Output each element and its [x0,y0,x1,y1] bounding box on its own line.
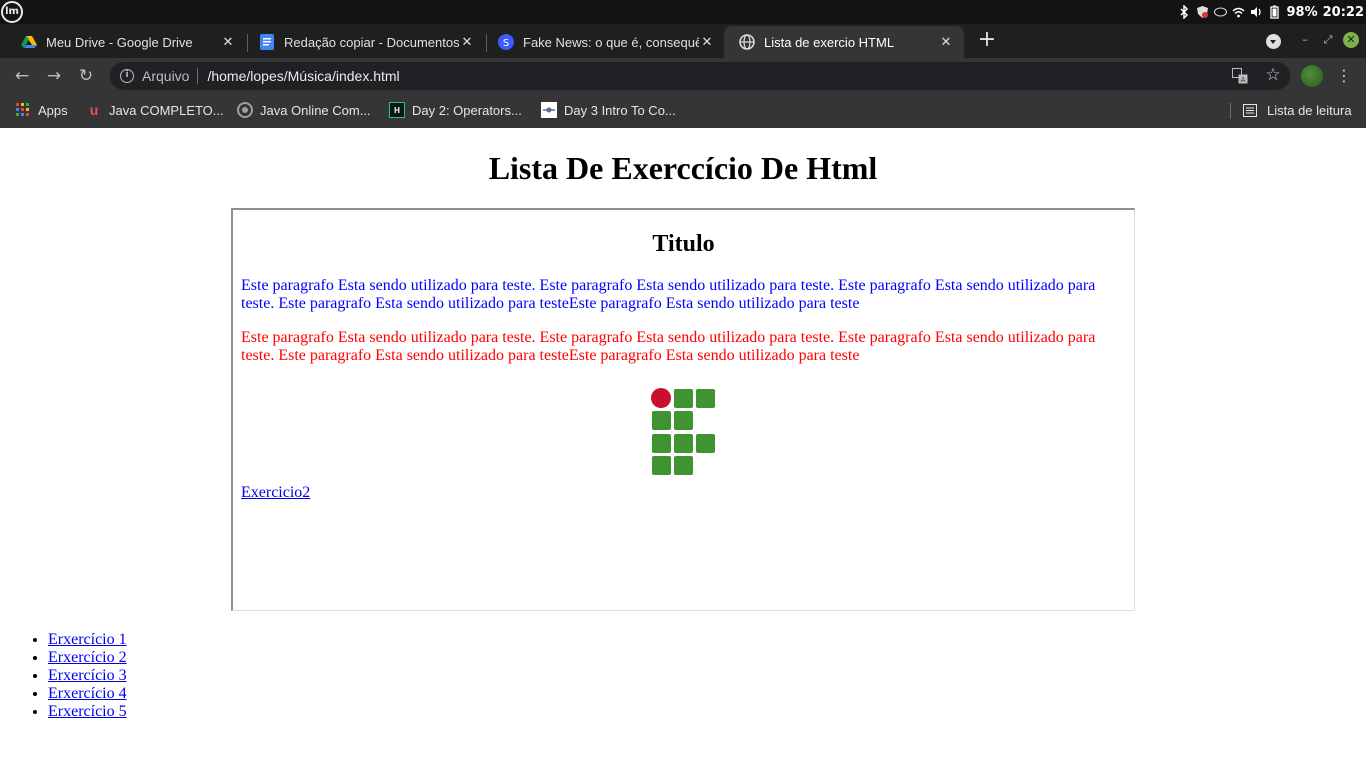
system-tray: 98% 20:22 [1178,0,1364,24]
translate-icon[interactable]: A [1232,68,1248,84]
bookmark-apps[interactable]: Apps [15,100,68,120]
bookmark-label: Apps [38,102,68,118]
url-divider [197,68,199,84]
address-bar[interactable]: i Arquivo /home/lopes/Música/index.html [110,62,1290,90]
list-item: Erxercício 2 [48,649,127,667]
reading-list-label: Lista de leitura [1267,102,1352,118]
tab-title: Meu Drive - Google Drive [46,34,193,50]
tab-strip: Meu Drive - Google Drive ✕ Redação copia… [0,24,1366,58]
site-icon: S [498,34,514,50]
close-icon[interactable]: ✕ [699,34,715,50]
bookmark-label: Java Online Com... [260,102,371,118]
list-item: Erxercício 1 [48,631,127,649]
globe-icon [739,34,755,50]
exercicio2-link[interactable]: Exercicio2 [241,484,310,502]
page-content: Lista De Exerccício De Html Titulo Este … [0,128,1366,768]
udemy-icon: u [89,102,99,118]
tab-google-drive[interactable]: Meu Drive - Google Drive ✕ [6,26,246,58]
bookmark-java-completo[interactable]: u Java COMPLETO... [86,100,224,120]
svg-text:A: A [1241,76,1246,84]
bookmarks-divider [1230,103,1231,119]
menu-kebab-icon[interactable]: ⋮ [1336,65,1352,87]
exercise-list: Erxercício 1 Erxercício 2 Erxercício 3 E… [48,631,127,721]
minimize-button[interactable]: – [1297,32,1313,48]
paragraph-blue: Este paragrafo Esta sendo utilizado para… [241,277,1096,312]
volume-icon[interactable] [1250,5,1263,19]
tab-redacao-docs[interactable]: Redação copiar - Documentos ✕ [244,26,485,58]
reload-button[interactable]: ↻ [75,65,97,87]
page-title: Lista De Exerccício De Html [488,150,878,186]
wifi-icon[interactable] [1232,5,1245,19]
close-icon[interactable]: ✕ [220,34,236,50]
tab-title: Fake News: o que é, consequências [523,34,699,50]
battery-icon[interactable] [1268,5,1281,19]
browser-toolbar: ← → ↻ i Arquivo /home/lopes/Música/index… [0,58,1366,94]
list-item: Erxercício 4 [48,685,127,703]
content-box: Titulo Este paragrafo Esta sendo utiliza… [231,208,1135,611]
tab-search-icon[interactable] [1266,34,1281,49]
close-icon[interactable]: ✕ [938,34,954,50]
list-item: Erxercício 3 [48,667,127,685]
bookmark-day2-operators[interactable]: H Day 2: Operators... [389,100,522,120]
bookmark-label: Java COMPLETO... [109,102,224,118]
svg-text:S: S [503,38,509,49]
close-icon[interactable]: ✕ [459,34,475,50]
site-info-label[interactable]: Arquivo [142,68,189,84]
maximize-button[interactable]: ⤢ [1320,32,1336,48]
google-drive-icon [21,34,37,50]
close-window-button[interactable]: ✕ [1343,32,1359,48]
google-docs-icon [259,34,275,50]
forward-button[interactable]: → [43,65,65,87]
site-icon [237,102,253,118]
exercise-link[interactable]: Erxercício 1 [48,631,127,648]
paragraph-red: Este paragrafo Esta sendo utilizado para… [241,329,1096,364]
institute-logo-icon [651,388,717,478]
profile-avatar[interactable] [1301,65,1323,87]
reading-list-icon [1242,102,1258,118]
bookmark-label: Day 3 Intro To Co... [564,102,676,118]
intel-icon[interactable] [1214,5,1228,19]
url-text[interactable]: /home/lopes/Música/index.html [207,68,399,84]
shield-icon[interactable] [1196,5,1209,19]
list-item: Erxercício 5 [48,703,127,721]
site-icon [541,102,557,118]
tab-lista-exercicio[interactable]: Lista de exercio HTML ✕ [724,26,964,58]
exercise-link[interactable]: Erxercício 4 [48,685,127,702]
bookmarks-bar: Apps u Java COMPLETO... Java Online Com.… [0,94,1366,128]
info-icon[interactable]: i [120,69,134,83]
tab-title: Redação copiar - Documentos [284,34,459,50]
reading-list-button[interactable]: Lista de leitura [1242,100,1352,120]
bookmark-label: Day 2: Operators... [412,102,522,118]
bluetooth-icon[interactable] [1178,5,1191,19]
os-top-panel: lm 98% 20:22 [0,0,1366,24]
bookmark-java-online[interactable]: Java Online Com... [237,100,371,120]
new-tab-button[interactable]: + [976,29,998,52]
tab-title: Lista de exercio HTML [764,34,895,50]
mint-menu-icon[interactable]: lm [1,1,23,23]
apps-grid-icon [15,102,31,118]
back-button[interactable]: ← [11,65,33,87]
exercise-link[interactable]: Erxercício 5 [48,703,127,720]
hackerrank-icon: H [389,102,405,118]
exercise-link[interactable]: Erxercício 2 [48,649,127,666]
box-title: Titulo [652,231,715,257]
bookmark-day3-intro[interactable]: Day 3 Intro To Co... [541,100,676,120]
bookmark-star-icon[interactable]: ☆ [1264,65,1282,85]
battery-percent: 98% [1286,4,1318,20]
clock[interactable]: 20:22 [1323,5,1364,20]
exercise-link[interactable]: Erxercício 3 [48,667,127,684]
tab-fake-news[interactable]: S Fake News: o que é, consequências ✕ [483,26,725,58]
